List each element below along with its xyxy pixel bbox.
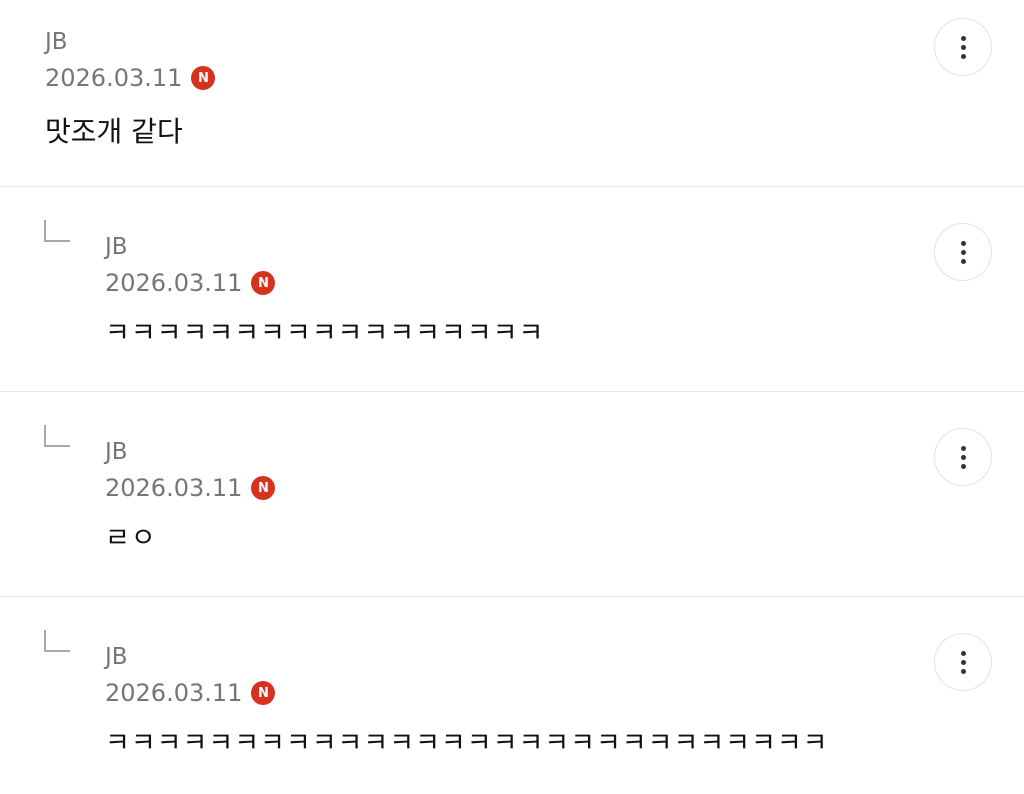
reply-arrow-icon — [44, 220, 70, 242]
new-badge-icon: N — [251, 476, 276, 500]
comment-text: ㅋㅋㅋㅋㅋㅋㅋㅋㅋㅋㅋㅋㅋㅋㅋㅋㅋ — [105, 318, 545, 349]
comment-author[interactable]: JB — [105, 233, 128, 261]
comment-author[interactable]: JB — [105, 438, 128, 466]
more-vertical-icon — [960, 240, 966, 264]
comment-text: ㅋㅋㅋㅋㅋㅋㅋㅋㅋㅋㅋㅋㅋㅋㅋㅋㅋㅋㅋㅋㅋㅋㅋㅋㅋㅋㅋㅋ — [105, 728, 829, 759]
comment-date: 2026.03.11 — [105, 269, 243, 297]
more-vertical-icon — [960, 445, 966, 469]
comment-list: JB 2026.03.11 N 맛조개 같다 JB 2026.03.11 N ㅋ… — [0, 0, 1024, 794]
comment-text: 맛조개 같다 — [45, 115, 183, 148]
new-badge-icon: N — [251, 271, 276, 295]
new-badge-icon: N — [251, 681, 276, 705]
reply-item: JB 2026.03.11 N ㅋㅋㅋㅋㅋㅋㅋㅋㅋㅋㅋㅋㅋㅋㅋㅋㅋㅋㅋㅋㅋㅋㅋㅋ… — [0, 597, 1024, 794]
comment-text: ㄹㅇ — [105, 523, 157, 554]
more-options-button[interactable] — [934, 223, 992, 281]
reply-item: JB 2026.03.11 N ㄹㅇ — [0, 392, 1024, 596]
comment-author[interactable]: JB — [45, 28, 68, 56]
comment-meta: 2026.03.11 N — [45, 64, 216, 92]
comment-meta: 2026.03.11 N — [105, 679, 276, 707]
comment-item: JB 2026.03.11 N 맛조개 같다 — [0, 0, 1024, 186]
more-options-button[interactable] — [934, 18, 992, 76]
comment-author[interactable]: JB — [105, 643, 128, 671]
more-options-button[interactable] — [934, 633, 992, 691]
more-vertical-icon — [960, 35, 966, 59]
comment-meta: 2026.03.11 N — [105, 474, 276, 502]
comment-date: 2026.03.11 — [105, 679, 243, 707]
reply-arrow-icon — [44, 425, 70, 447]
more-vertical-icon — [960, 650, 966, 674]
comment-meta: 2026.03.11 N — [105, 269, 276, 297]
reply-item: JB 2026.03.11 N ㅋㅋㅋㅋㅋㅋㅋㅋㅋㅋㅋㅋㅋㅋㅋㅋㅋ — [0, 187, 1024, 391]
reply-arrow-icon — [44, 630, 70, 652]
new-badge-icon: N — [191, 66, 216, 90]
comment-date: 2026.03.11 — [45, 64, 183, 92]
comment-date: 2026.03.11 — [105, 474, 243, 502]
more-options-button[interactable] — [934, 428, 992, 486]
